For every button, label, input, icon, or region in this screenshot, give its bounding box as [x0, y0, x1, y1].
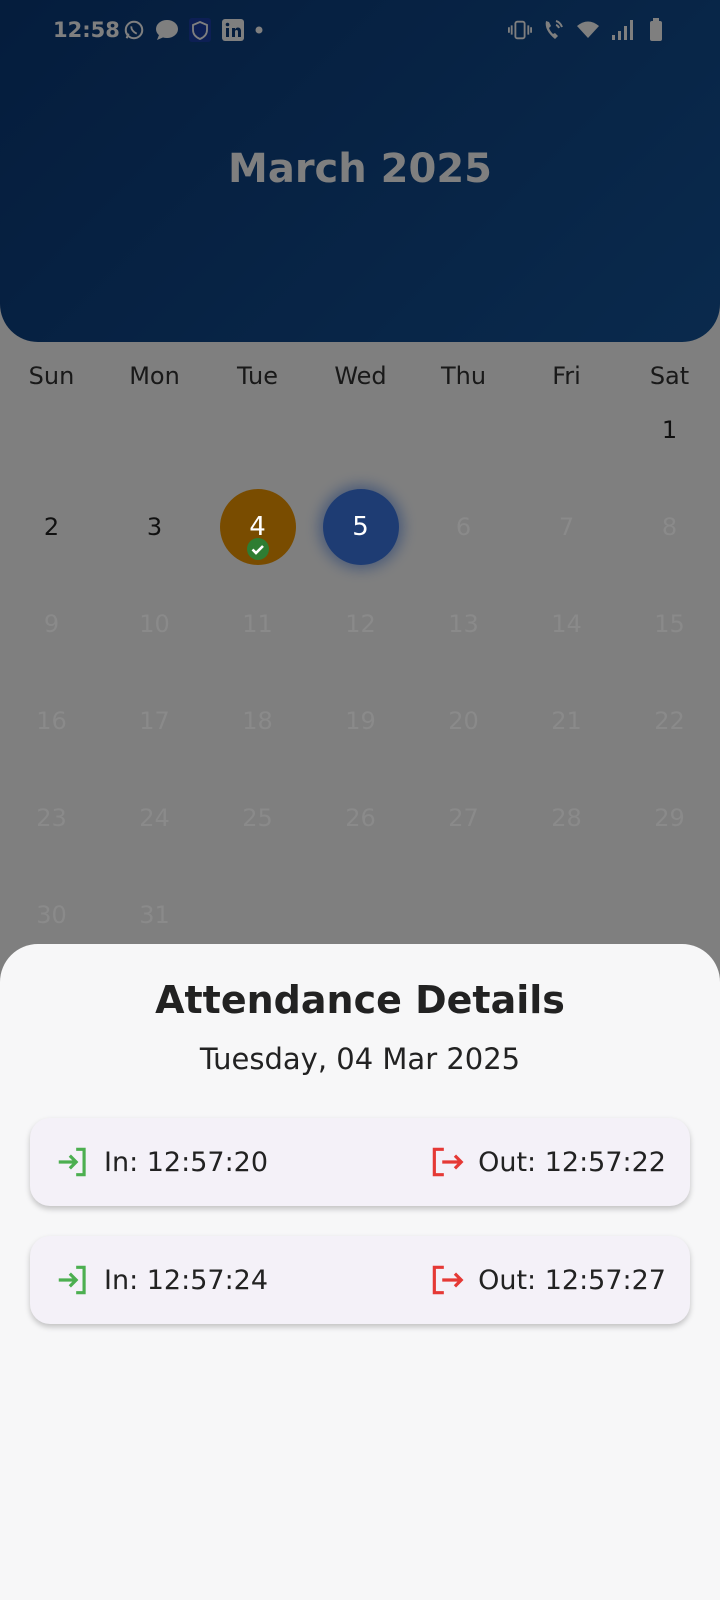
day-number: 9	[43, 610, 60, 638]
day-number: 18	[242, 707, 273, 735]
day-number: 21	[551, 707, 582, 735]
day-number: 20	[448, 707, 479, 735]
day-number: 5	[352, 512, 369, 542]
logout-icon	[428, 1261, 466, 1299]
day-number: 14	[551, 610, 582, 638]
day-number: 22	[654, 707, 685, 735]
login-icon	[54, 1143, 92, 1181]
day-number: 17	[139, 707, 170, 735]
check-out-info: Out: 12:57:22	[428, 1118, 666, 1206]
check-in-time: In: 12:57:20	[104, 1146, 269, 1178]
check-out-time: Out: 12:57:27	[478, 1264, 666, 1296]
day-number: 11	[242, 610, 273, 638]
day-number: 29	[654, 804, 685, 832]
day-number: 25	[242, 804, 273, 832]
app-screen: 12:58	[0, 0, 720, 1600]
day-number: 3	[146, 513, 163, 541]
day-number: 30	[36, 901, 67, 929]
day-number: 28	[551, 804, 582, 832]
check-in-info: In: 12:57:20	[54, 1118, 268, 1206]
check-circle-icon	[246, 537, 270, 561]
login-icon	[54, 1261, 92, 1299]
sheet-title: Attendance Details	[155, 978, 565, 1022]
check-out-time: Out: 12:57:22	[478, 1146, 666, 1178]
attendance-record: In: 12:57:20 Out: 12:57:22	[30, 1118, 690, 1206]
day-number: 8	[661, 513, 678, 541]
day-number: 19	[345, 707, 376, 735]
day-number: 12	[345, 610, 376, 638]
day-number: 13	[448, 610, 479, 638]
day-number: 2	[43, 513, 60, 541]
day-number: 26	[345, 804, 376, 832]
check-in-info: In: 12:57:24	[54, 1236, 268, 1324]
day-number: 31	[139, 901, 170, 929]
day-number: 10	[139, 610, 170, 638]
day-number: 27	[448, 804, 479, 832]
day-number: 7	[558, 513, 575, 541]
day-number: 1	[661, 416, 678, 444]
day-number: 23	[36, 804, 67, 832]
day-number: 16	[36, 707, 67, 735]
day-number: 6	[455, 513, 472, 541]
check-in-time: In: 12:57:24	[104, 1264, 269, 1296]
day-number: 15	[654, 610, 685, 638]
day-number: 24	[139, 804, 170, 832]
attendance-bottom-sheet: Attendance Details Tuesday, 04 Mar 2025 …	[0, 944, 720, 1600]
attendance-record: In: 12:57:24 Out: 12:57:27	[30, 1236, 690, 1324]
logout-icon	[428, 1143, 466, 1181]
sheet-date: Tuesday, 04 Mar 2025	[199, 1042, 521, 1076]
check-out-info: Out: 12:57:27	[428, 1236, 666, 1324]
